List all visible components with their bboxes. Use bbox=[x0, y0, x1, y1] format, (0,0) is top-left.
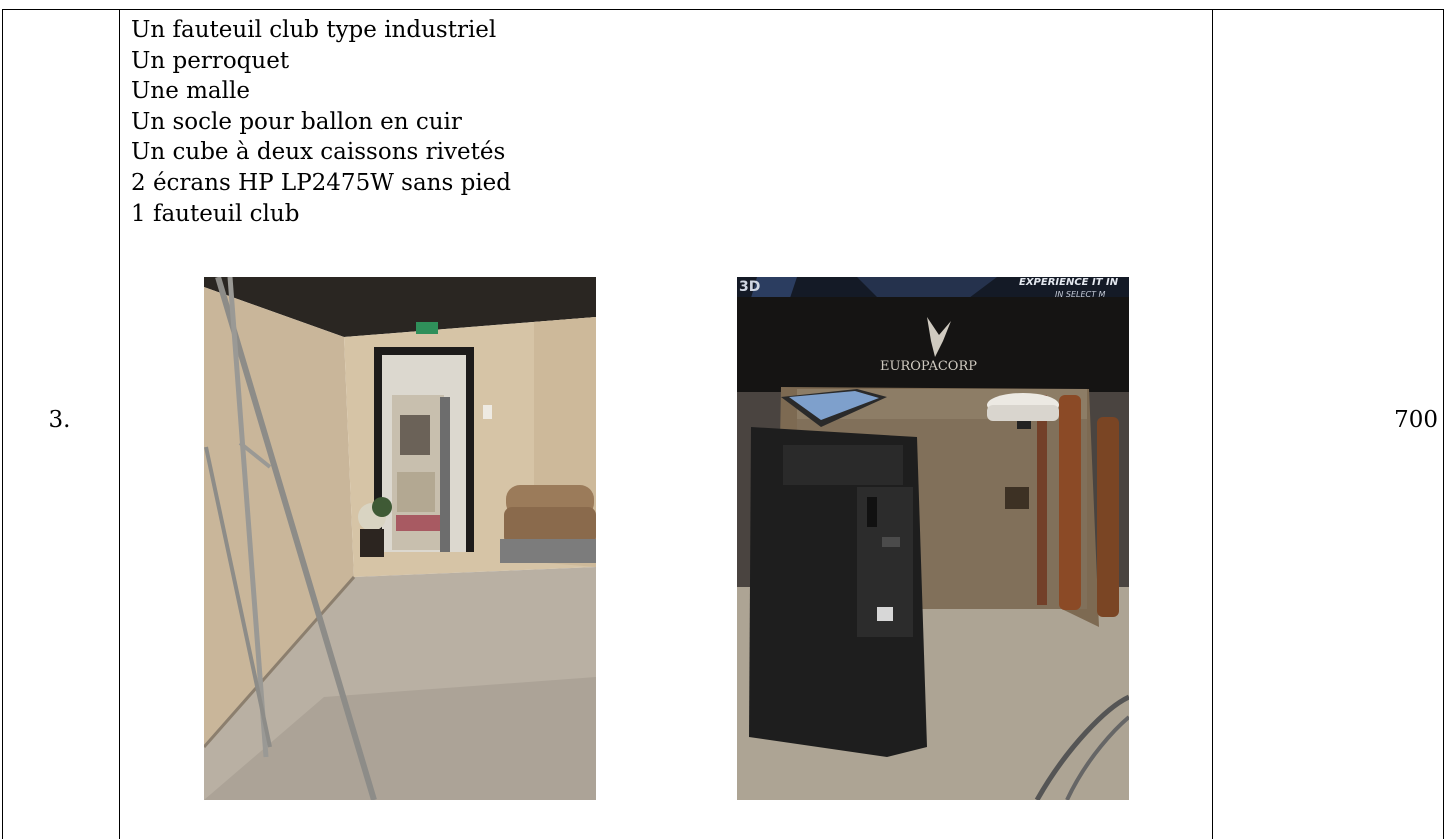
list-item: Une malle bbox=[131, 78, 250, 105]
europacorp-logo-text: EUROPACORP bbox=[880, 359, 977, 374]
poster-title: EXPERIENCE IT IN bbox=[1019, 277, 1119, 288]
photo-trunk-monitor: 3D EXPERIENCE IT IN IN SELECT M EUROPACO… bbox=[737, 277, 1129, 800]
list-item: Un fauteuil club type industriel bbox=[131, 17, 497, 43]
column-divider-number bbox=[119, 9, 120, 839]
lot-price: 700 bbox=[1394, 407, 1438, 433]
list-item: Un socle pour ballon en cuir bbox=[131, 108, 462, 135]
item-list: Un fauteuil club type industriel Un perr… bbox=[131, 15, 511, 229]
photo-corridor bbox=[204, 277, 596, 800]
poster-badge: 3D bbox=[739, 279, 760, 295]
list-item: 2 écrans HP LP2475W sans pied bbox=[131, 169, 512, 196]
list-item: Un cube à deux caissons rivetés bbox=[131, 139, 506, 166]
list-item: Un perroquet bbox=[131, 47, 290, 74]
list-item: 1 fauteuil club bbox=[131, 200, 300, 227]
lot-number: 3. bbox=[48, 407, 71, 433]
